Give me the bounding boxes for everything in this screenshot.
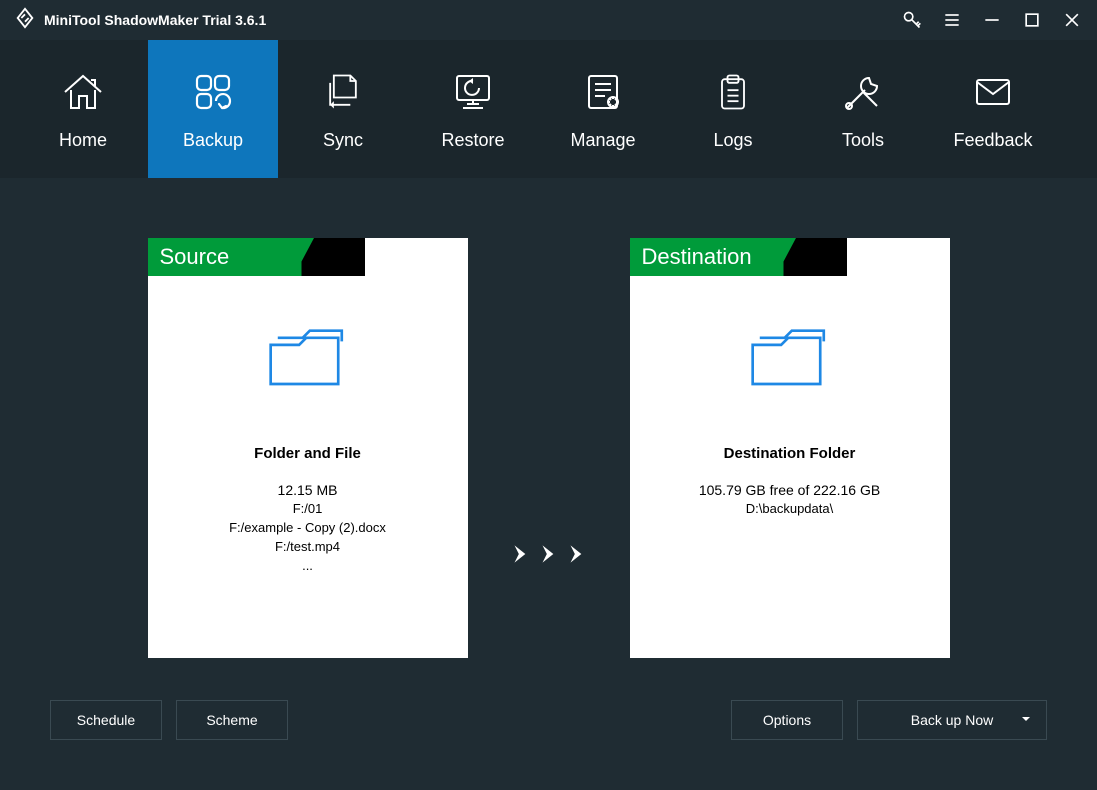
button-label: Back up Now — [911, 712, 993, 728]
key-icon[interactable] — [901, 9, 923, 31]
destination-path: D:\backupdata\ — [746, 500, 833, 519]
restore-icon — [449, 68, 497, 116]
source-header-label: Source — [148, 238, 468, 276]
destination-header-label: Destination — [630, 238, 950, 276]
tab-label: Restore — [441, 130, 504, 151]
source-card[interactable]: Source Folder and File 12.15 MB F:/01 F:… — [148, 238, 468, 658]
tab-label: Logs — [713, 130, 752, 151]
destination-card-header: Destination — [630, 238, 950, 276]
tab-label: Backup — [183, 130, 243, 151]
source-file-line: F:/test.mp4 — [275, 538, 340, 557]
feedback-icon — [969, 68, 1017, 116]
button-label: Schedule — [77, 712, 135, 728]
tab-manage[interactable]: Manage — [538, 40, 668, 178]
tab-label: Sync — [323, 130, 363, 151]
scheme-button[interactable]: Scheme — [176, 700, 288, 740]
home-icon — [59, 68, 107, 116]
button-label: Options — [763, 712, 811, 728]
tab-backup[interactable]: Backup — [148, 40, 278, 178]
tab-logs[interactable]: Logs — [668, 40, 798, 178]
tab-label: Manage — [570, 130, 635, 151]
minimize-icon[interactable] — [981, 9, 1003, 31]
backup-icon — [189, 68, 237, 116]
manage-icon — [579, 68, 627, 116]
button-label: Scheme — [206, 712, 257, 728]
tab-home[interactable]: Home — [18, 40, 148, 178]
logs-icon — [711, 68, 755, 116]
source-card-header: Source — [148, 238, 468, 276]
backup-content: Source Folder and File 12.15 MB F:/01 F:… — [0, 178, 1097, 790]
source-file-line: F:/01 — [293, 500, 323, 519]
folder-icon — [745, 320, 835, 405]
tab-label: Home — [59, 130, 107, 151]
source-file-line: F:/example - Copy (2).docx — [229, 519, 386, 538]
tab-tools[interactable]: Tools — [798, 40, 928, 178]
tools-icon — [839, 68, 887, 116]
sync-icon — [321, 68, 365, 116]
app-logo-icon — [14, 7, 36, 34]
destination-card[interactable]: Destination Destination Folder 105.79 GB… — [630, 238, 950, 658]
destination-free: 105.79 GB free of 222.16 GB — [699, 480, 880, 500]
schedule-button[interactable]: Schedule — [50, 700, 162, 740]
source-size: 12.15 MB — [278, 480, 338, 500]
app-title: MiniTool ShadowMaker Trial 3.6.1 — [44, 12, 266, 28]
titlebar: MiniTool ShadowMaker Trial 3.6.1 — [0, 0, 1097, 40]
caret-down-icon — [1020, 712, 1032, 728]
tab-restore[interactable]: Restore — [408, 40, 538, 178]
source-file-more: ... — [302, 557, 313, 576]
backup-now-button[interactable]: Back up Now — [857, 700, 1047, 740]
folder-icon — [263, 320, 353, 405]
maximize-icon[interactable] — [1021, 9, 1043, 31]
tab-sync[interactable]: Sync — [278, 40, 408, 178]
options-button[interactable]: Options — [731, 700, 843, 740]
destination-title: Destination Folder — [724, 445, 856, 462]
source-title: Folder and File — [254, 445, 361, 462]
direction-arrows-icon — [508, 541, 590, 567]
close-icon[interactable] — [1061, 9, 1083, 31]
main-tabs: Home Backup Sync — [0, 40, 1097, 178]
bottom-toolbar: Schedule Scheme Options Back up Now — [50, 690, 1047, 770]
tab-label: Tools — [842, 130, 884, 151]
tab-label: Feedback — [953, 130, 1032, 151]
tab-feedback[interactable]: Feedback — [928, 40, 1058, 178]
menu-icon[interactable] — [941, 9, 963, 31]
